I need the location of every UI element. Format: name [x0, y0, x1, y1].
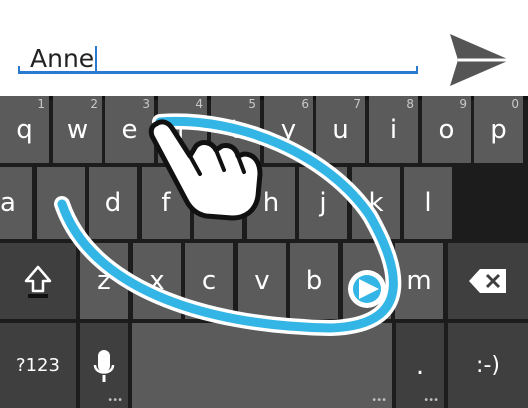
screen: Anne q1w2e3r4t5y6u7i8o9p0asdfghjklzxcvbn…	[0, 0, 528, 408]
key-u-hint: 7	[353, 97, 361, 111]
key-o-label: o	[438, 114, 455, 145]
key-a[interactable]: a	[0, 167, 32, 239]
text-entry-area: Anne	[0, 0, 528, 96]
input-underline	[18, 66, 418, 74]
send-icon	[450, 34, 510, 86]
key-o[interactable]: o9	[422, 96, 471, 163]
key-j[interactable]: j	[299, 167, 347, 239]
voice-input-key-more-indicator: •••	[107, 395, 123, 406]
key-m-label: m	[406, 266, 432, 296]
period-key-more-indicator: •••	[423, 395, 439, 406]
backspace-key[interactable]	[448, 243, 528, 319]
key-n[interactable]: n	[343, 243, 391, 319]
key-q[interactable]: q1	[0, 96, 49, 163]
microphone-icon	[93, 349, 115, 382]
voice-input-key[interactable]: •••	[80, 323, 128, 408]
key-r[interactable]: r4	[158, 96, 207, 163]
key-t-label: t	[230, 114, 241, 145]
key-r-hint: 4	[195, 97, 203, 111]
key-d[interactable]: d	[89, 167, 137, 239]
key-t-hint: 5	[248, 97, 256, 111]
key-s[interactable]: s	[37, 167, 85, 239]
key-h[interactable]: h	[247, 167, 295, 239]
key-g[interactable]: g	[194, 167, 242, 239]
key-r-label: r	[177, 114, 188, 145]
key-q-hint: 1	[37, 97, 45, 111]
key-c-label: c	[201, 266, 217, 296]
symbols-key[interactable]: ?123	[0, 323, 76, 408]
key-a-label: a	[0, 188, 16, 218]
space-key-more-indicator: •••	[371, 395, 387, 406]
key-i-label: i	[389, 114, 398, 145]
key-x-label: x	[149, 266, 165, 296]
key-m[interactable]: m	[395, 243, 443, 319]
message-input[interactable]: Anne	[18, 40, 418, 78]
key-i-hint: 8	[406, 97, 414, 111]
key-b[interactable]: b	[290, 243, 338, 319]
key-q-label: q	[16, 114, 33, 145]
key-o-hint: 9	[459, 97, 467, 111]
key-e-hint: 3	[142, 97, 150, 111]
key-p-hint: 0	[511, 97, 519, 111]
key-g-label: g	[209, 188, 227, 218]
key-w-hint: 2	[90, 97, 98, 111]
key-h-label: h	[262, 188, 280, 218]
key-u-label: u	[332, 114, 349, 145]
key-y-label: y	[280, 114, 297, 145]
emoji-key[interactable]: :-)	[448, 323, 528, 408]
key-w-label: w	[66, 114, 89, 145]
backspace-icon	[469, 269, 506, 293]
key-c[interactable]: c	[185, 243, 233, 319]
message-input-value: Anne	[30, 44, 95, 73]
send-button[interactable]	[440, 28, 516, 92]
key-d-label: d	[104, 188, 122, 218]
period-key[interactable]: . •••	[396, 323, 444, 408]
key-j-label: j	[319, 188, 327, 218]
period-key-label: .	[415, 350, 425, 381]
key-p[interactable]: p0	[474, 96, 523, 163]
key-l[interactable]: l	[404, 167, 452, 239]
symbols-key-label: ?123	[16, 355, 60, 376]
key-z[interactable]: z	[80, 243, 128, 319]
key-p-label: p	[490, 114, 507, 145]
key-k-label: k	[368, 188, 384, 218]
key-l-label: l	[424, 188, 432, 218]
key-w[interactable]: w2	[53, 96, 102, 163]
key-x[interactable]: x	[133, 243, 181, 319]
key-v-label: v	[254, 266, 270, 296]
text-cursor	[95, 46, 98, 72]
key-y[interactable]: y6	[264, 96, 313, 163]
key-f-label: f	[161, 188, 171, 218]
key-t[interactable]: t5	[211, 96, 260, 163]
key-e-label: e	[121, 114, 138, 145]
key-b-label: b	[305, 266, 323, 296]
key-v[interactable]: v	[238, 243, 286, 319]
emoji-key-label: :-)	[476, 353, 500, 378]
soft-keyboard: q 1 w 2 e 3 r 4 t 5 y 6 u 7 i 8 o 9 p 0 a s d f g h j k l z x c v b n m ?123…	[0, 96, 528, 408]
space-key[interactable]: •••	[132, 323, 392, 408]
key-i[interactable]: i8	[369, 96, 418, 163]
key-k[interactable]: k	[352, 167, 400, 239]
key-y-hint: 6	[301, 97, 309, 111]
key-u[interactable]: u7	[316, 96, 365, 163]
shift-key[interactable]	[0, 243, 76, 319]
key-z-label: z	[97, 266, 111, 296]
key-e[interactable]: e3	[105, 96, 154, 163]
shift-icon	[24, 265, 52, 298]
key-s-label: s	[54, 188, 68, 218]
key-n-label: n	[358, 266, 376, 296]
key-f[interactable]: f	[142, 167, 190, 239]
